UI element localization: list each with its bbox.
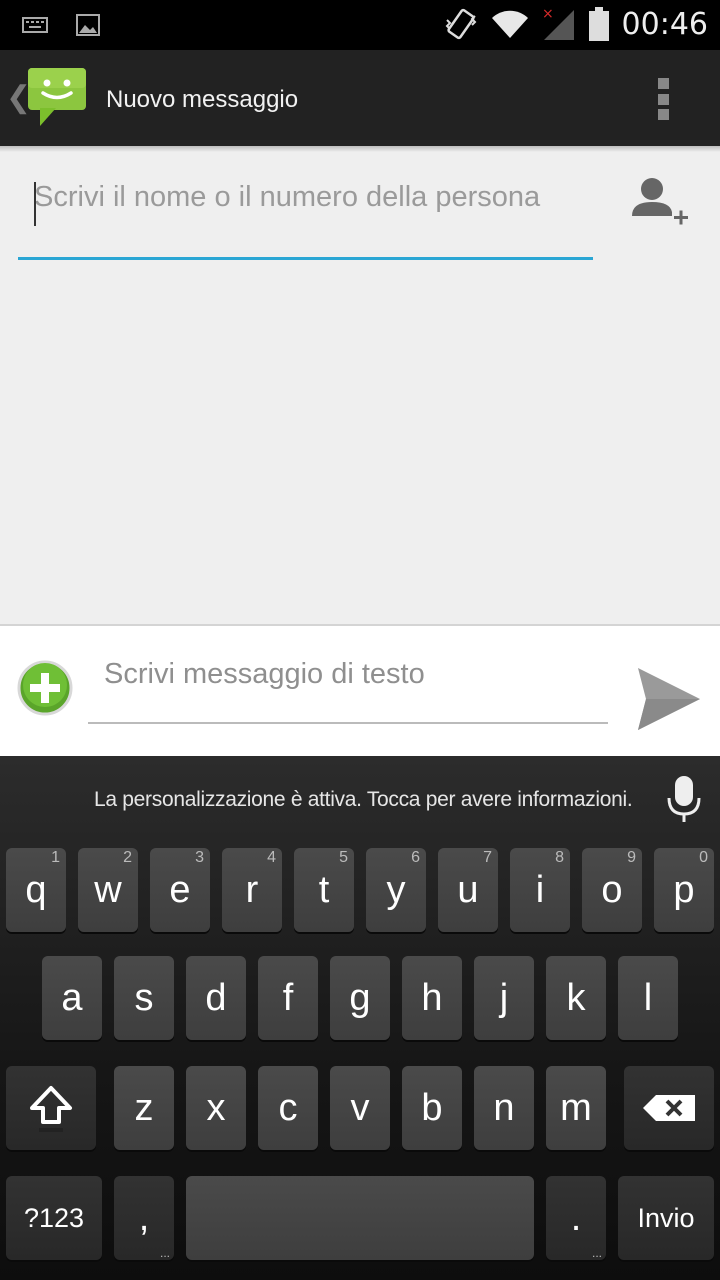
overflow-menu-icon[interactable] xyxy=(658,78,670,120)
battery-icon xyxy=(588,7,609,41)
wifi-icon xyxy=(491,10,528,38)
messaging-icon[interactable] xyxy=(26,66,88,128)
recipient-placeholder: Scrivi il nome o il numero della persona xyxy=(34,181,541,213)
key-v[interactable]: v xyxy=(330,1066,390,1150)
backspace-key[interactable] xyxy=(624,1066,714,1150)
key-x[interactable]: x xyxy=(186,1066,246,1150)
key-d[interactable]: d xyxy=(186,956,246,1040)
keyboard-icon xyxy=(22,17,48,33)
key-r[interactable]: r4 xyxy=(222,848,282,932)
recipient-area: Scrivi il nome o il numero della persona xyxy=(0,146,720,624)
clock: 00:46 xyxy=(621,6,708,42)
key-z[interactable]: z xyxy=(114,1066,174,1150)
action-bar: ❮ Nuovo messaggio xyxy=(0,50,720,146)
message-placeholder: Scrivi messaggio di testo xyxy=(104,658,425,690)
send-icon[interactable] xyxy=(634,666,702,732)
action-bar-shadow xyxy=(0,146,720,152)
key-c[interactable]: c xyxy=(258,1066,318,1150)
period-key[interactable]: .... xyxy=(546,1176,606,1260)
shift-icon xyxy=(30,1086,72,1132)
message-input[interactable]: Scrivi messaggio di testo xyxy=(88,648,608,724)
microphone-icon[interactable] xyxy=(666,774,702,824)
image-icon xyxy=(76,14,100,36)
key-p[interactable]: p0 xyxy=(654,848,714,932)
shift-key[interactable] xyxy=(6,1066,96,1150)
key-g[interactable]: g xyxy=(330,956,390,1040)
status-bar: × 00:46 xyxy=(0,0,720,50)
enter-key[interactable]: Invio xyxy=(618,1176,714,1260)
suggestion-strip[interactable]: La personalizzazione è attiva. Tocca per… xyxy=(0,756,720,840)
key-w[interactable]: w2 xyxy=(78,848,138,932)
vibrate-icon xyxy=(445,8,476,40)
add-contact-icon[interactable] xyxy=(630,172,690,232)
signal-icon: × xyxy=(542,6,574,40)
comma-key[interactable]: ,... xyxy=(114,1176,174,1260)
key-e[interactable]: e3 xyxy=(150,848,210,932)
key-t[interactable]: t5 xyxy=(294,848,354,932)
key-f[interactable]: f xyxy=(258,956,318,1040)
key-i[interactable]: i8 xyxy=(510,848,570,932)
page-title: Nuovo messaggio xyxy=(106,86,299,113)
key-k[interactable]: k xyxy=(546,956,606,1040)
key-q[interactable]: q1 xyxy=(6,848,66,932)
soft-keyboard: La personalizzazione è attiva. Tocca per… xyxy=(0,756,720,1280)
symbols-key[interactable]: ?123 xyxy=(6,1176,102,1260)
key-h[interactable]: h xyxy=(402,956,462,1040)
personalization-notice[interactable]: La personalizzazione è attiva. Tocca per… xyxy=(94,788,633,812)
backspace-icon xyxy=(643,1095,695,1121)
key-o[interactable]: o9 xyxy=(582,848,642,932)
key-j[interactable]: j xyxy=(474,956,534,1040)
key-n[interactable]: n xyxy=(474,1066,534,1150)
svg-text:×: × xyxy=(542,6,554,22)
key-m[interactable]: m xyxy=(546,1066,606,1150)
key-l[interactable]: l xyxy=(618,956,678,1040)
recipient-input[interactable]: Scrivi il nome o il numero della persona xyxy=(18,172,593,260)
key-s[interactable]: s xyxy=(114,956,174,1040)
attach-plus-icon[interactable] xyxy=(16,659,74,717)
key-a[interactable]: a xyxy=(42,956,102,1040)
key-y[interactable]: y6 xyxy=(366,848,426,932)
key-b[interactable]: b xyxy=(402,1066,462,1150)
key-u[interactable]: u7 xyxy=(438,848,498,932)
text-cursor xyxy=(34,182,36,226)
space-key[interactable] xyxy=(186,1176,534,1260)
compose-bar: Scrivi messaggio di testo xyxy=(0,626,720,756)
